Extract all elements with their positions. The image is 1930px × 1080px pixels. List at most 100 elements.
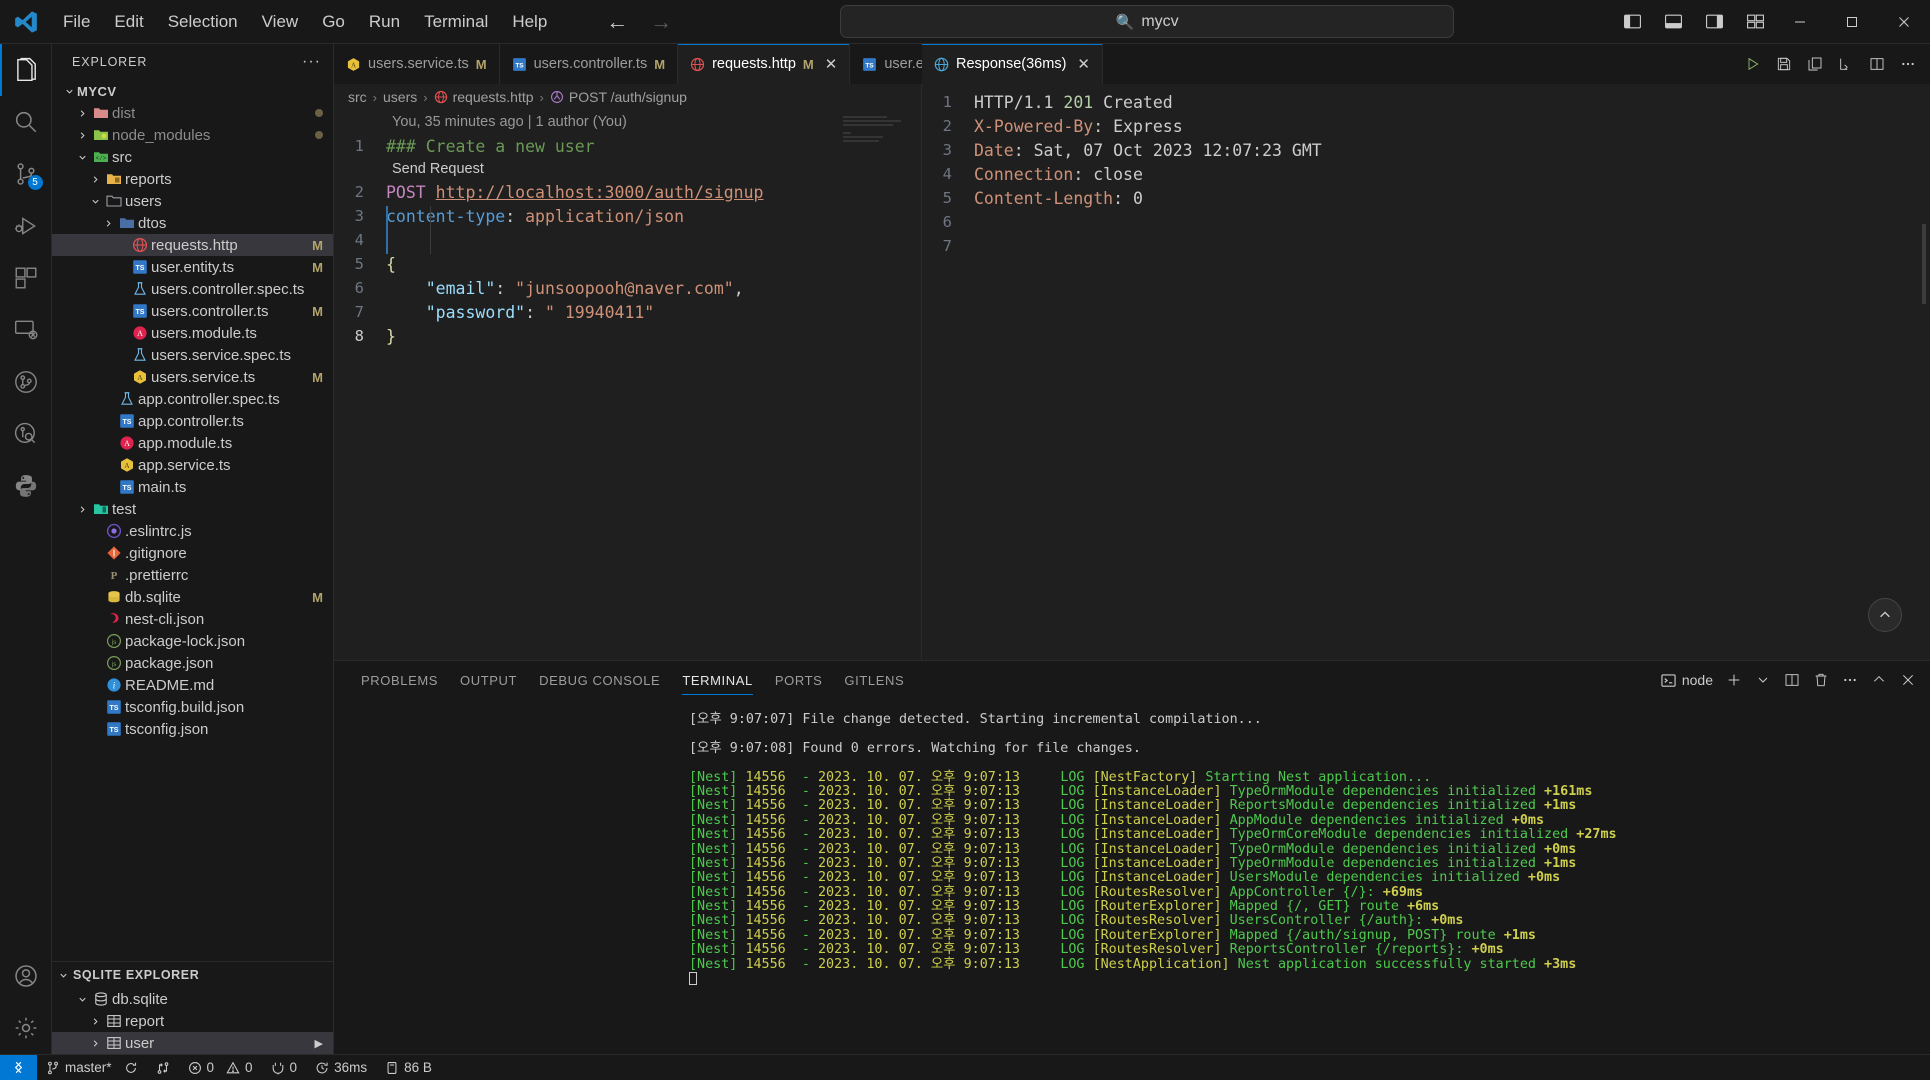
tree-item--prettierrc[interactable]: P .prettierrc	[52, 564, 333, 586]
sqlite-item-report[interactable]: report	[52, 1010, 333, 1032]
tree-item-app-controller-spec-ts[interactable]: app.controller.spec.ts	[52, 388, 333, 410]
panel-tab-gitlens[interactable]: GITLENS	[833, 661, 915, 699]
back-arrow-icon[interactable]: ←	[606, 10, 628, 33]
tree-item-tsconfig-build-json[interactable]: TS tsconfig.build.json	[52, 696, 333, 718]
tree-item-app-service-ts[interactable]: Aapp.service.ts	[52, 454, 333, 476]
tab-users-controller-ts[interactable]: TS users.controller.ts M	[499, 44, 679, 84]
close-icon[interactable]: ✕	[1077, 55, 1090, 73]
close-icon[interactable]: ✕	[825, 55, 838, 73]
twisty-icon[interactable]	[88, 1038, 103, 1049]
chevron-down-icon[interactable]	[1755, 672, 1771, 688]
twisty-icon[interactable]	[75, 504, 90, 515]
tree-item-users[interactable]: users	[52, 190, 333, 212]
activity-gitlens[interactable]	[0, 356, 52, 408]
tree-item-package-json[interactable]: js package.json	[52, 652, 333, 674]
panel-tab-terminal[interactable]: TERMINAL	[671, 661, 764, 699]
tree-item-users-service-spec-ts[interactable]: users.service.spec.ts	[52, 344, 333, 366]
git-branch-button[interactable]: master*	[37, 1055, 147, 1080]
git-compare-button[interactable]	[147, 1055, 179, 1080]
breadcrumb-item-0[interactable]: src	[348, 89, 367, 105]
close-button[interactable]	[1878, 0, 1930, 44]
ports-status[interactable]: 0	[262, 1055, 307, 1080]
tree-item-node-modules[interactable]: node_modules	[52, 124, 333, 146]
more-icon[interactable]	[1900, 56, 1916, 72]
activity-source-control[interactable]: 5	[0, 148, 52, 200]
sidebar-more-icon[interactable]: ···	[302, 53, 321, 71]
menu-edit[interactable]: Edit	[103, 7, 154, 37]
breadcrumb-item-2[interactable]: requests.http	[434, 89, 534, 105]
tree-item-reports[interactable]: reports	[52, 168, 333, 190]
twisty-icon[interactable]	[88, 174, 103, 185]
fold-icon[interactable]	[1838, 56, 1854, 72]
tree-item-test[interactable]: test	[52, 498, 333, 520]
request-time-status[interactable]: 36ms	[306, 1055, 376, 1080]
tree-item-nest-cli-json[interactable]: nest-cli.json	[52, 608, 333, 630]
scroll-to-top-button[interactable]	[1868, 598, 1902, 632]
search-input[interactable]: 🔍 mycv	[840, 5, 1455, 38]
tree-item-user-entity-ts[interactable]: TS user.entity.ts M	[52, 256, 333, 278]
remote-host-button[interactable]	[0, 1054, 37, 1080]
tree-item-tsconfig-json[interactable]: TS tsconfig.json	[52, 718, 333, 740]
activity-remote-explorer[interactable]	[0, 304, 52, 356]
send-request-lens[interactable]: Send Request	[334, 158, 921, 180]
panel-tab-ports[interactable]: PORTS	[764, 661, 834, 699]
minimize-button[interactable]	[1774, 0, 1826, 44]
activity-run-and-debug[interactable]	[0, 200, 52, 252]
response-size-status[interactable]: 86 B	[376, 1055, 441, 1080]
close-panel-icon[interactable]	[1900, 672, 1916, 688]
menu-go[interactable]: Go	[311, 7, 356, 37]
twisty-icon[interactable]	[75, 994, 90, 1005]
breadcrumb-item-3[interactable]: POST /auth/signup	[550, 89, 687, 105]
tree-item-users-controller-spec-ts[interactable]: users.controller.spec.ts	[52, 278, 333, 300]
sqlite-explorer-header[interactable]: SQLITE EXPLORER	[52, 962, 333, 988]
panel-tab-problems[interactable]: PROBLEMS	[350, 661, 449, 699]
tree-item-package-lock-json[interactable]: js package-lock.json	[52, 630, 333, 652]
tree-item-users-service-ts[interactable]: Ausers.service.ts M	[52, 366, 333, 388]
menu-selection[interactable]: Selection	[157, 7, 249, 37]
code-editor-right[interactable]: 1 HTTP/1.1 201 Created 2 X-Powered-By: Expr…	[922, 84, 1930, 660]
tree-item-dist[interactable]: dist	[52, 102, 333, 124]
tree-item-users-controller-ts[interactable]: TS users.controller.ts M	[52, 300, 333, 322]
tree-item-dtos[interactable]: dtos	[52, 212, 333, 234]
tree-item-app-module-ts[interactable]: Aapp.module.ts	[52, 432, 333, 454]
tree-item-db-sqlite[interactable]: db.sqlite M	[52, 586, 333, 608]
save-icon[interactable]	[1776, 56, 1792, 72]
activity-explorer[interactable]	[0, 44, 52, 96]
panel-tab-debug-console[interactable]: DEBUG CONSOLE	[528, 661, 671, 699]
tab-requests-http[interactable]: requests.http M ✕	[678, 44, 851, 84]
run-query-icon[interactable]: ▶	[315, 1037, 323, 1050]
sqlite-item-db-sqlite[interactable]: db.sqlite	[52, 988, 333, 1010]
menu-help[interactable]: Help	[501, 7, 558, 37]
tab-response[interactable]: Response(36ms) ✕	[922, 44, 1103, 84]
tree-item-requests-http[interactable]: requests.http M	[52, 234, 333, 256]
tab-users-service-ts[interactable]: Ausers.service.ts M	[334, 44, 500, 84]
tree-item-main-ts[interactable]: TS main.ts	[52, 476, 333, 498]
scrollbar[interactable]	[1922, 224, 1926, 304]
problems-status[interactable]: 0 0	[179, 1055, 262, 1080]
toggle-secondary-sidebar-icon[interactable]	[1704, 12, 1725, 31]
maximize-button[interactable]	[1826, 0, 1878, 44]
tree-item-app-controller-ts[interactable]: TS app.controller.ts	[52, 410, 333, 432]
code-editor-left[interactable]: You, 35 minutes ago | 1 author (You) 1 ##…	[334, 110, 921, 660]
activity-extensions[interactable]	[0, 252, 52, 304]
new-terminal-icon[interactable]	[1726, 672, 1742, 688]
twisty-icon[interactable]	[101, 218, 116, 229]
twisty-icon[interactable]	[75, 130, 90, 141]
activity-gitlens-inspect[interactable]	[0, 408, 52, 460]
panel-more-icon[interactable]	[1842, 672, 1858, 688]
sqlite-item-user[interactable]: user ▶	[52, 1032, 333, 1054]
split-editor-icon[interactable]	[1869, 56, 1885, 72]
twisty-icon[interactable]	[88, 1016, 103, 1027]
terminal-output[interactable]: [오후 9:07:07] File change detected. Start…	[334, 699, 1930, 1054]
twisty-icon[interactable]	[88, 196, 103, 207]
panel-tab-output[interactable]: OUTPUT	[449, 661, 528, 699]
maximize-panel-icon[interactable]	[1871, 672, 1887, 688]
kill-terminal-icon[interactable]	[1813, 672, 1829, 688]
settings-button[interactable]	[0, 1002, 52, 1054]
customize-layout-icon[interactable]	[1745, 12, 1766, 31]
toggle-primary-sidebar-icon[interactable]	[1622, 12, 1643, 31]
tree-item-src[interactable]: </> src	[52, 146, 333, 168]
forward-arrow-icon[interactable]: →	[650, 10, 672, 33]
tree-item--eslintrc-js[interactable]: .eslintrc.js	[52, 520, 333, 542]
menu-file[interactable]: File	[52, 7, 101, 37]
